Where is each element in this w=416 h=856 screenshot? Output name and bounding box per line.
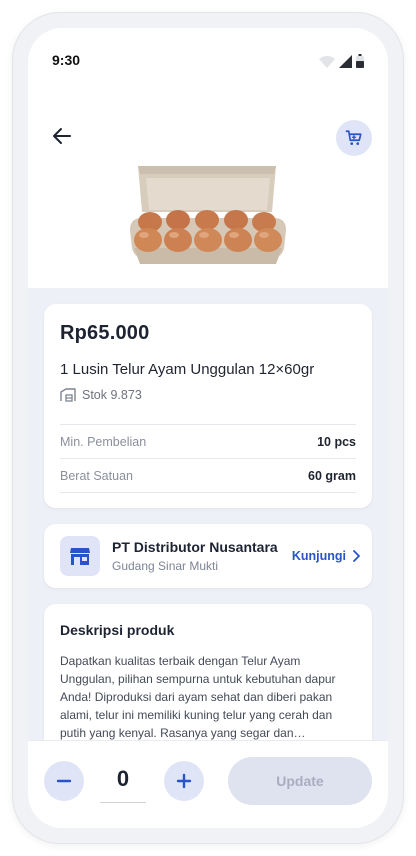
signal-icon	[339, 55, 352, 68]
spec-label: Berat Satuan	[60, 468, 133, 483]
store-location: Gudang Sinar Mukti	[112, 559, 219, 573]
shopping-cart-icon	[345, 130, 362, 145]
increase-quantity-button[interactable]	[164, 761, 204, 801]
wifi-icon	[319, 56, 335, 68]
store-text: PT Distributor Nusantara Gudang Sinar Mu…	[112, 539, 292, 573]
spec-label: Min. Pembelian	[60, 434, 147, 449]
status-time: 9:30	[52, 52, 81, 68]
app-screen: 9:30 Rp65.000 1 Lusin Telur Ayam Unggula…	[28, 28, 388, 828]
update-button[interactable]: Update	[228, 757, 372, 805]
status-icons	[319, 54, 364, 68]
product-info-card: Rp65.000 1 Lusin Telur Ayam Unggulan 12×…	[44, 304, 372, 508]
product-name: 1 Lusin Telur Ayam Unggulan 12×60gr	[60, 361, 315, 378]
decrease-quantity-button[interactable]	[44, 761, 84, 801]
description-card: Deskripsi produk Dapatkan kualitas terba…	[44, 604, 372, 754]
product-content: Rp65.000 1 Lusin Telur Ayam Unggulan 12×…	[28, 288, 388, 768]
product-image	[130, 166, 286, 264]
store-name: PT Distributor Nusantara	[112, 539, 278, 555]
store-icon	[70, 548, 90, 565]
product-price: Rp65.000	[60, 322, 150, 344]
cart-button[interactable]	[336, 120, 372, 156]
spec-row: Berat Satuan 60 gram	[60, 459, 356, 493]
status-bar: 9:30	[28, 28, 388, 88]
store-logo	[60, 536, 100, 576]
spec-row: Min. Pembelian 10 pcs	[60, 425, 356, 459]
description-body: Dapatkan kualitas terbaik dengan Telur A…	[60, 654, 336, 740]
quantity-value[interactable]: 0	[100, 761, 146, 803]
visit-label: Kunjungi	[291, 549, 346, 563]
store-card[interactable]: PT Distributor Nusantara Gudang Sinar Mu…	[44, 524, 372, 588]
arrow-left-icon	[53, 128, 71, 144]
chevron-right-icon	[353, 550, 360, 562]
battery-icon	[356, 54, 364, 68]
spec-value: 10 pcs	[317, 434, 356, 449]
description-title: Deskripsi produk	[60, 622, 175, 638]
spec-table: Min. Pembelian 10 pcs Berat Satuan 60 gr…	[60, 424, 356, 493]
minus-icon	[56, 779, 72, 783]
stock-text: Stok 9.873	[82, 388, 142, 402]
cart-action-bar: 0 Update	[28, 740, 388, 828]
plus-icon	[176, 773, 192, 789]
product-header	[28, 88, 388, 288]
spec-value: 60 gram	[308, 468, 356, 483]
stock-info: Stok 9.873	[60, 388, 356, 402]
back-button[interactable]	[50, 124, 74, 148]
visit-store-button[interactable]: Kunjungi	[292, 549, 360, 563]
warehouse-icon	[60, 388, 76, 402]
